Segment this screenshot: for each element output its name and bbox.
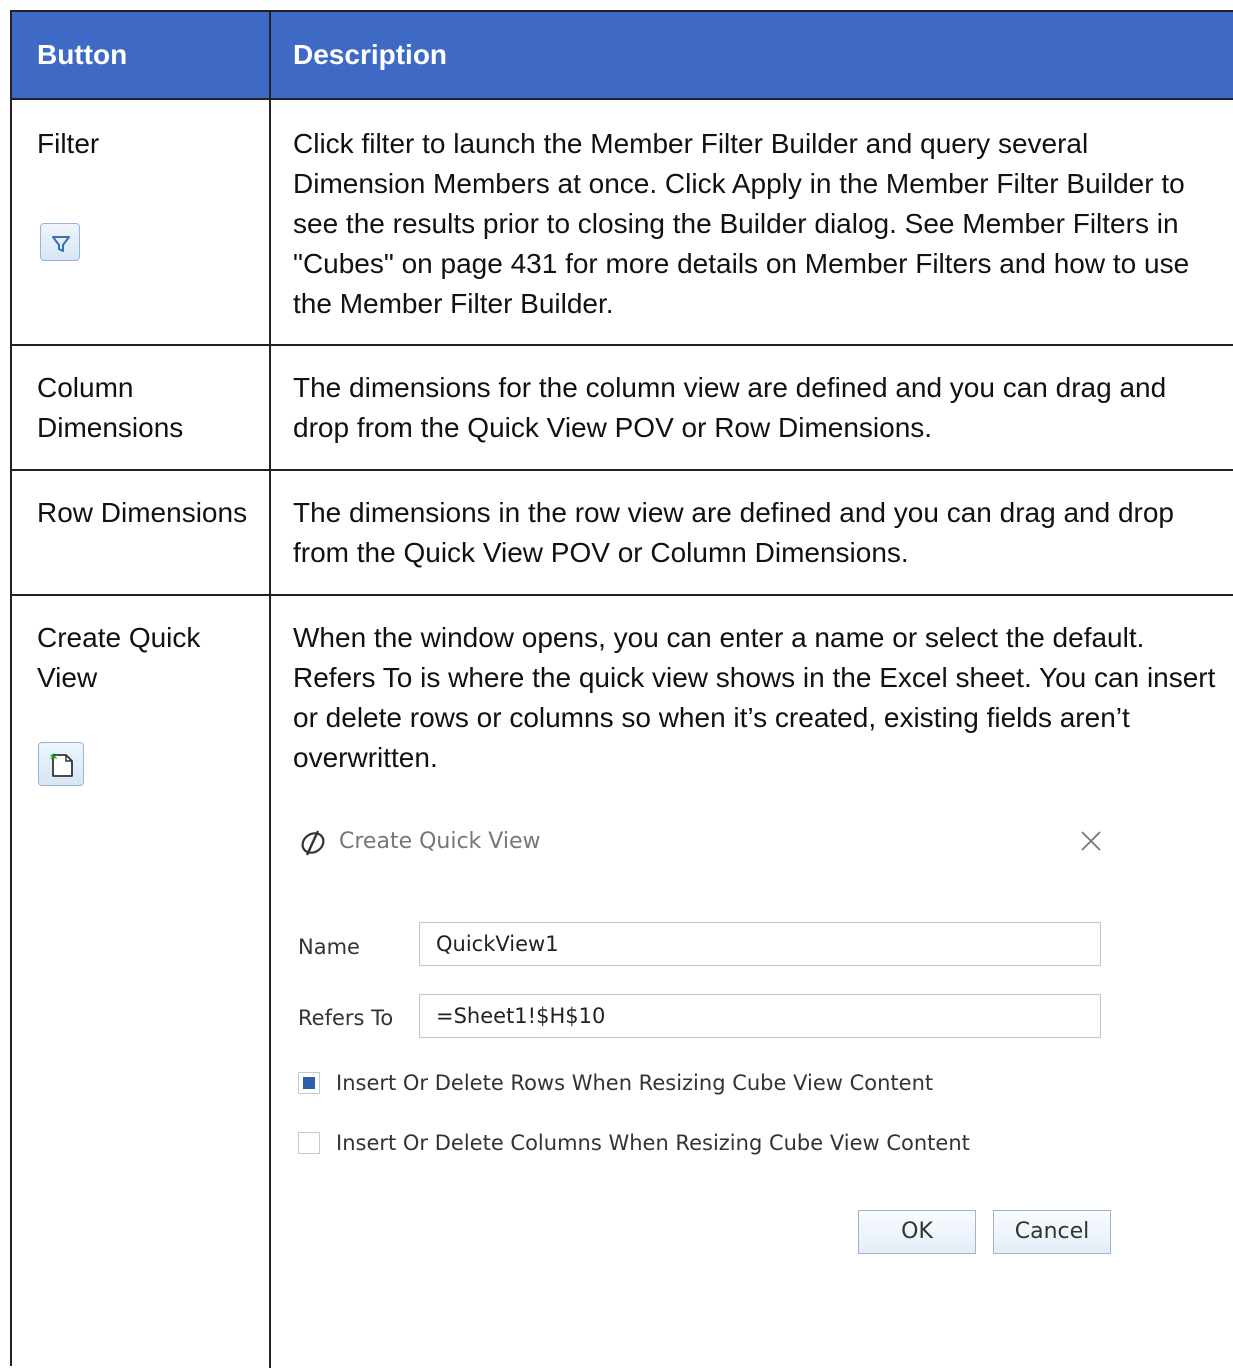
svg-text:*: * bbox=[50, 752, 58, 768]
refers-to-label: Refers To bbox=[298, 1006, 394, 1030]
refers-to-field[interactable]: =Sheet1!$H$10 bbox=[419, 994, 1101, 1038]
insert-rows-label: Insert Or Delete Rows When Resizing Cube… bbox=[336, 1071, 934, 1095]
column-divider bbox=[269, 12, 271, 1368]
name-label: Name bbox=[298, 935, 360, 959]
row-create-quick-view-name: Create Quick View bbox=[37, 622, 201, 693]
row-create-quick-view-description: When the window opens, you can enter a n… bbox=[293, 622, 1216, 773]
dialog-title: Create Quick View bbox=[339, 829, 541, 854]
header-button: Button bbox=[37, 39, 128, 70]
row-column-dimensions-name: Column Dimensions bbox=[37, 372, 184, 443]
insert-rows-checkbox[interactable] bbox=[298, 1072, 320, 1094]
create-quick-view-dialog: Create Quick View Name QuickView1 Refers… bbox=[281, 810, 1111, 1254]
insert-columns-label: Insert Or Delete Columns When Resizing C… bbox=[336, 1131, 970, 1155]
row-divider bbox=[12, 469, 1233, 471]
row-row-dimensions-description: The dimensions in the row view are defin… bbox=[293, 497, 1174, 568]
row-divider bbox=[12, 344, 1233, 346]
table-header: Button Description bbox=[12, 12, 1233, 100]
ok-button[interactable]: OK bbox=[858, 1210, 976, 1254]
row-column-dimensions-description: The dimensions for the column view are d… bbox=[293, 372, 1167, 443]
app-logo-icon bbox=[301, 830, 325, 856]
header-description: Description bbox=[293, 39, 448, 70]
row-divider bbox=[12, 594, 1233, 596]
row-row-dimensions-name: Row Dimensions bbox=[37, 497, 248, 528]
close-icon[interactable] bbox=[1076, 826, 1106, 856]
cancel-button[interactable]: Cancel bbox=[993, 1210, 1111, 1254]
row-filter-description: Click filter to launch the Member Filter… bbox=[293, 128, 1190, 319]
row-filter-name: Filter bbox=[37, 128, 100, 159]
insert-columns-checkbox[interactable] bbox=[298, 1132, 320, 1154]
filter-icon[interactable] bbox=[40, 223, 80, 261]
new-document-icon[interactable]: * bbox=[38, 742, 84, 786]
name-field[interactable]: QuickView1 bbox=[419, 922, 1101, 966]
